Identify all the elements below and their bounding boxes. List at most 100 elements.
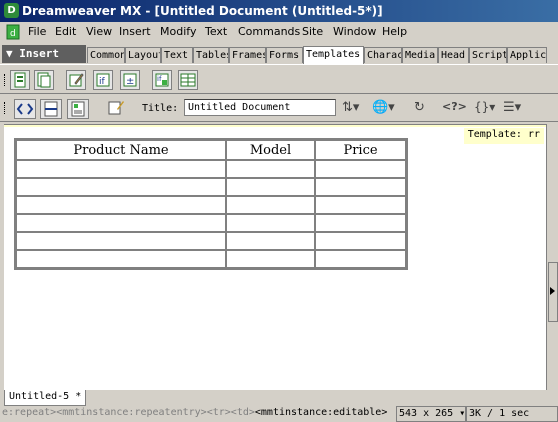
table-cell[interactable] <box>226 196 315 214</box>
table-cell[interactable] <box>226 178 315 196</box>
tab-templates[interactable]: Templates <box>303 46 364 64</box>
table-row <box>16 232 406 250</box>
refresh-icon[interactable]: ↻ <box>414 100 425 115</box>
menu-text[interactable]: Text <box>205 25 227 38</box>
tab-forms[interactable]: Forms <box>266 47 303 63</box>
panel-collapse-strip <box>546 124 558 390</box>
table-cell[interactable] <box>315 196 406 214</box>
column-header-model[interactable]: Model <box>226 140 315 160</box>
toolbar-grip[interactable] <box>4 102 7 114</box>
insert-bar: ▼ Insert Common Layout Text Tables Frame… <box>0 44 558 64</box>
tag-repeat[interactable]: e:repeat> <box>2 407 56 418</box>
tab-head[interactable]: Head <box>438 47 469 63</box>
insert-panel: if ± if <box>0 64 558 94</box>
title-bar: D Dreamweaver MX - [Untitled Document (U… <box>0 0 558 22</box>
table-row <box>16 178 406 196</box>
tab-application[interactable]: Application <box>507 47 547 63</box>
menu-file[interactable]: File <box>28 25 46 38</box>
svg-text:d: d <box>10 29 16 39</box>
table-cell[interactable] <box>315 232 406 250</box>
design-canvas[interactable]: Template: rr Product Name Model Price <box>4 124 546 390</box>
make-template-icon[interactable] <box>10 70 30 90</box>
template-highlight-bar <box>4 125 546 127</box>
svg-text:if: if <box>157 75 162 83</box>
table-cell[interactable] <box>226 250 315 268</box>
tag-tr[interactable]: <tr> <box>207 407 231 418</box>
menu-modify[interactable]: Modify <box>160 25 196 38</box>
table-cell[interactable] <box>315 178 406 196</box>
design-view-icon[interactable] <box>67 99 89 119</box>
editable-optional-region-icon[interactable]: if <box>152 70 172 90</box>
menu-edit[interactable]: Edit <box>55 25 76 38</box>
insert-bar-header[interactable]: ▼ Insert <box>2 45 86 63</box>
tab-characters[interactable]: Characters <box>364 47 402 63</box>
tab-frames[interactable]: Frames <box>229 47 266 63</box>
document-title-input[interactable] <box>184 99 336 116</box>
table-cell[interactable] <box>315 250 406 268</box>
column-header-price[interactable]: Price <box>315 140 406 160</box>
split-view-icon[interactable] <box>40 99 62 119</box>
table-row <box>16 250 406 268</box>
editable-region-icon[interactable] <box>66 70 86 90</box>
tab-common[interactable]: Common <box>87 47 125 63</box>
menu-site[interactable]: Site <box>302 25 323 38</box>
svg-text:if: if <box>99 77 106 87</box>
insert-bar-label: Insert <box>19 47 59 60</box>
status-bar: e:repeat><mmtinstance:repeatentry><tr><t… <box>0 406 558 422</box>
code-navigation-icon[interactable]: {}▾ <box>474 100 495 114</box>
template-label: Template: rr <box>463 128 544 144</box>
table-cell[interactable] <box>315 160 406 178</box>
live-data-icon[interactable] <box>106 99 128 119</box>
tab-tables[interactable]: Tables <box>193 47 229 63</box>
expand-arrow-icon[interactable] <box>550 287 555 295</box>
window-size-value: 543 x 265 <box>399 408 454 419</box>
tab-text[interactable]: Text <box>161 47 193 63</box>
download-time: 3K / 1 sec <box>466 406 558 422</box>
menu-insert[interactable]: Insert <box>119 25 151 38</box>
table-cell[interactable] <box>16 178 226 196</box>
panel-grip[interactable] <box>4 74 7 86</box>
tab-layout[interactable]: Layout <box>125 47 161 63</box>
view-options-icon[interactable]: ☰▾ <box>503 100 521 115</box>
file-management-icon[interactable]: ⇅▾ <box>342 100 359 115</box>
menu-bar: d File Edit View Insert Modify Text Comm… <box>0 22 558 42</box>
repeating-table-icon[interactable] <box>178 70 198 90</box>
document-tab-untitled-5[interactable]: Untitled-5 * <box>4 390 86 406</box>
menu-view[interactable]: View <box>86 25 112 38</box>
tag-td[interactable]: <td> <box>231 407 255 418</box>
table-cell[interactable] <box>226 214 315 232</box>
collapse-triangle-icon: ▼ <box>6 47 13 60</box>
table-cell[interactable] <box>226 160 315 178</box>
preview-in-browser-icon[interactable]: 🌐▾ <box>372 100 395 115</box>
document-toolbar: Title: ⇅▾ 🌐▾ ↻ <?> {}▾ ☰▾ <box>0 96 558 122</box>
table-row <box>16 214 406 232</box>
optional-region-icon[interactable]: if <box>93 70 113 90</box>
svg-text:±: ± <box>126 76 134 87</box>
column-header-product-name[interactable]: Product Name <box>16 140 226 160</box>
table-cell[interactable] <box>16 160 226 178</box>
menu-window[interactable]: Window <box>333 25 376 38</box>
menu-help[interactable]: Help <box>382 25 407 38</box>
table-cell[interactable] <box>16 214 226 232</box>
table-cell[interactable] <box>315 214 406 232</box>
menu-commands[interactable]: Commands <box>238 25 300 38</box>
table-cell[interactable] <box>16 250 226 268</box>
tag-repeatentry[interactable]: <mmtinstance:repeatentry> <box>56 407 207 418</box>
table-cell[interactable] <box>226 232 315 250</box>
code-view-icon[interactable] <box>14 99 36 119</box>
repeating-region-icon[interactable]: ± <box>120 70 140 90</box>
table-cell[interactable] <box>16 196 226 214</box>
reference-icon[interactable]: <?> <box>442 100 467 113</box>
document-icon[interactable]: d <box>6 24 20 40</box>
table-header-row: Product Name Model Price <box>16 140 406 160</box>
tab-script[interactable]: Script <box>469 47 507 63</box>
tag-selector: e:repeat><mmtinstance:repeatentry><tr><t… <box>2 407 396 421</box>
repeating-table[interactable]: Product Name Model Price <box>14 138 408 270</box>
table-cell[interactable] <box>16 232 226 250</box>
tag-editable[interactable]: <mmtinstance:editable> <box>255 407 387 418</box>
dreamweaver-logo-icon: D <box>4 3 19 18</box>
make-nested-template-icon[interactable] <box>34 70 54 90</box>
table-row <box>16 160 406 178</box>
tab-media[interactable]: Media <box>402 47 438 63</box>
window-size-dropdown[interactable]: 543 x 265 ▾ <box>396 406 466 422</box>
